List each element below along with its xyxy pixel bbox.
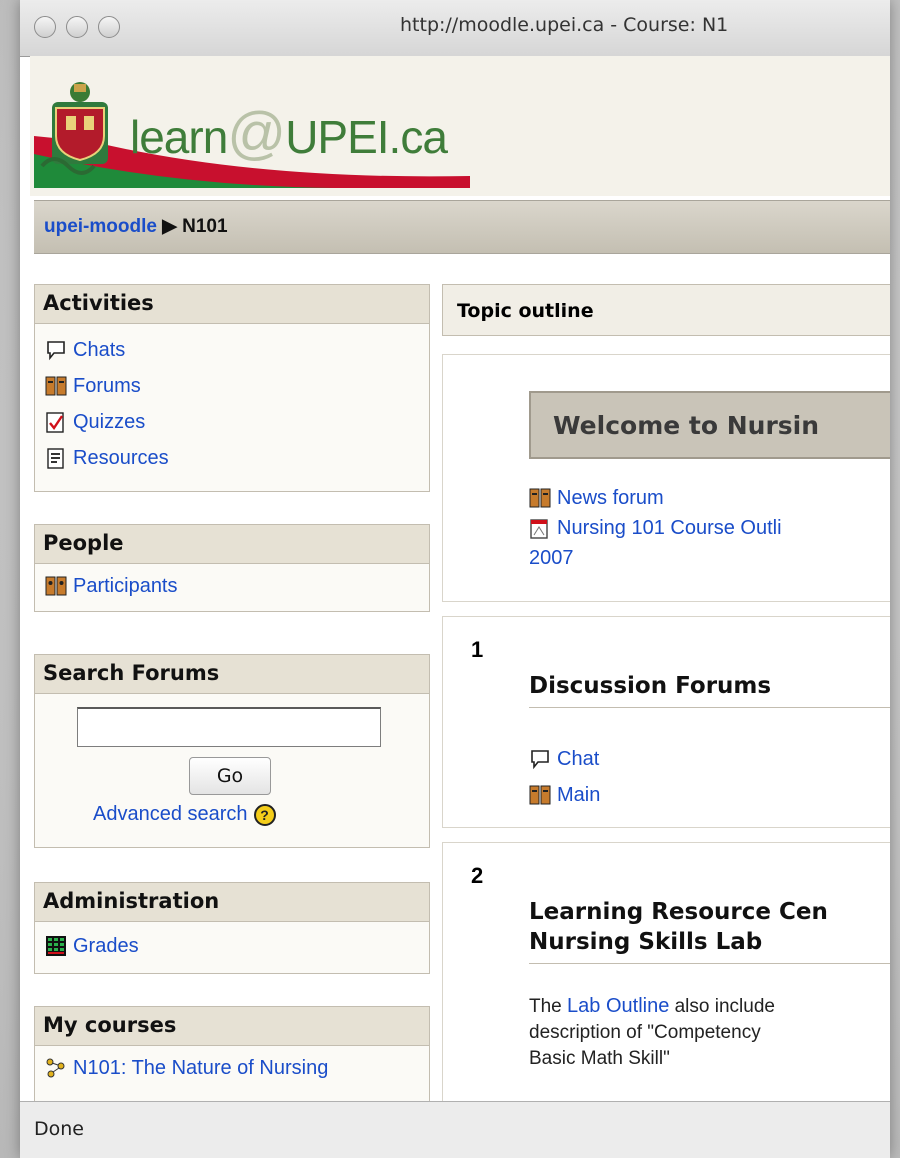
grades-icon — [46, 936, 66, 956]
my-courses-block: My courses N101: The Nature of Nursing — [34, 1006, 430, 1101]
my-courses-block-title: My courses — [35, 1007, 429, 1046]
browser-window: http://moodle.upei.ca - Course: N1 learn… — [20, 0, 890, 1158]
help-icon[interactable]: ? — [253, 803, 276, 826]
section-title-line-2: Nursing Skills Lab — [529, 929, 763, 955]
chat-icon — [47, 341, 65, 361]
activity-link-chats[interactable]: Chats — [35, 332, 429, 368]
page-content: learn@UPEI.ca upei-moodle ▶ N101 Activit… — [30, 56, 890, 1101]
zoom-window-button[interactable] — [98, 16, 120, 38]
grades-link[interactable]: Grades — [35, 928, 429, 964]
logo-wordmark: learn@UPEI.ca — [130, 101, 448, 166]
section-number: 2 — [471, 863, 484, 888]
navigation-bar: upei-moodle ▶ N101 — [34, 200, 890, 254]
section-1: 1 Discussion Forums Chat Main — [442, 616, 890, 828]
participants-icon — [45, 576, 67, 596]
status-text: Done — [34, 1118, 84, 1140]
forum-icon — [529, 785, 551, 805]
section-number: 1 — [471, 637, 484, 662]
administration-block-title: Administration — [35, 883, 429, 922]
section-0: Welcome to Nursin News forum Nursing 101… — [442, 354, 890, 602]
breadcrumb-current: N101 — [182, 216, 228, 237]
minimize-window-button[interactable] — [66, 16, 88, 38]
participants-link[interactable]: Participants — [35, 568, 429, 604]
main-forum-link[interactable]: Main — [529, 777, 600, 813]
section-description: The Lab Outline also include description… — [529, 995, 775, 1069]
site-logo[interactable]: learn@UPEI.ca — [34, 76, 470, 188]
people-block-title: People — [35, 525, 429, 564]
search-go-button[interactable]: Go — [189, 757, 271, 795]
search-forums-block-title: Search Forums — [35, 655, 429, 694]
course-outline-link-year[interactable]: 2007 — [443, 543, 890, 573]
breadcrumb: upei-moodle ▶ N101 — [44, 215, 228, 238]
breadcrumb-home-link[interactable]: upei-moodle — [44, 216, 157, 237]
lab-outline-link[interactable]: Lab Outline — [567, 995, 669, 1017]
section-title: Discussion Forums — [529, 673, 772, 699]
forum-icon — [45, 376, 67, 396]
activity-link-resources[interactable]: Resources — [35, 440, 429, 476]
breadcrumb-separator: ▶ — [162, 216, 177, 237]
activities-block-title: Activities — [35, 285, 429, 324]
activity-link-quizzes[interactable]: Quizzes — [35, 404, 429, 440]
course-link-n101[interactable]: N101: The Nature of Nursing — [73, 1054, 353, 1082]
title-bar: http://moodle.upei.ca - Course: N1 — [20, 0, 890, 57]
advanced-search-link[interactable]: Advanced search ? — [93, 803, 276, 826]
activity-link-forums[interactable]: Forums — [35, 368, 429, 404]
news-forum-link[interactable]: News forum — [529, 483, 890, 513]
course-icon — [46, 1058, 65, 1078]
section-title-line-1: Learning Resource Cen — [529, 899, 828, 925]
administration-block: Administration Grades — [34, 882, 430, 974]
pdf-icon — [530, 519, 548, 539]
forum-icon — [529, 488, 551, 508]
quiz-icon — [46, 412, 64, 433]
status-bar: Done — [20, 1101, 890, 1158]
topic-outline-header: Topic outline — [442, 284, 890, 336]
chat-link[interactable]: Chat — [529, 741, 600, 777]
people-block: People Participants — [34, 524, 430, 612]
search-forums-block: Search Forums Go Advanced search ? — [34, 654, 430, 848]
section-2: 2 Learning Resource Cen Nursing Skills L… — [442, 842, 890, 1101]
search-forums-input[interactable] — [77, 707, 381, 747]
window-title: http://moodle.upei.ca - Course: N1 — [400, 14, 729, 36]
close-window-button[interactable] — [34, 16, 56, 38]
resource-icon — [47, 448, 64, 469]
site-header: learn@UPEI.ca — [30, 56, 890, 196]
activities-block: Activities Chats Forums Quizzes Resource… — [34, 284, 430, 492]
course-outline-link[interactable]: Nursing 101 Course Outli — [529, 513, 890, 543]
welcome-heading: Welcome to Nursin — [529, 391, 890, 459]
chat-icon — [531, 750, 549, 770]
